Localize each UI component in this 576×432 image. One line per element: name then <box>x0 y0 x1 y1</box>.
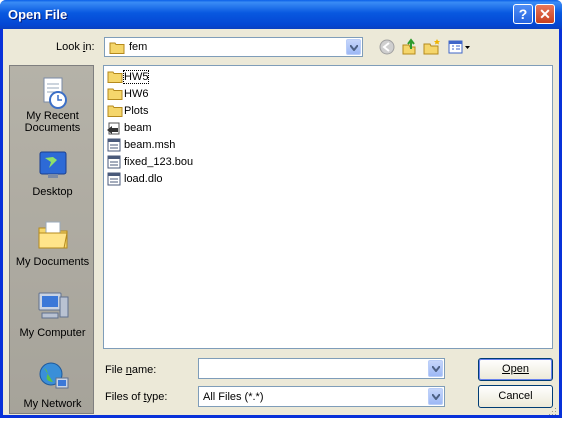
back-icon[interactable] <box>377 37 397 57</box>
file-icon <box>107 155 121 169</box>
new-folder-icon[interactable] <box>422 37 442 57</box>
open-button-label: Open <box>502 363 529 375</box>
close-icon: ✕ <box>539 6 551 22</box>
chevron-down-icon[interactable] <box>428 360 443 377</box>
views-menu-icon[interactable] <box>446 37 472 57</box>
file-name: beam <box>124 122 152 134</box>
folder-icon <box>109 42 125 54</box>
places-bar: My Recent Documents Desktop My Documents… <box>9 65 94 414</box>
place-label: My Computer <box>19 327 86 339</box>
file-name: HW6 <box>124 88 149 100</box>
up-folder-icon[interactable] <box>399 37 419 57</box>
folder-icon <box>107 71 123 83</box>
folder-icon <box>107 105 123 117</box>
look-in-label: Look in: <box>56 41 95 53</box>
place-label: My Network <box>23 398 82 410</box>
help-button[interactable]: ? <box>513 4 533 24</box>
file-type-value: All Files (*.*) <box>203 391 264 403</box>
file-name: HW5 <box>122 70 150 84</box>
look-in-dropdown[interactable]: fem <box>104 37 363 57</box>
file-name: fixed_123.bou <box>124 156 194 168</box>
cancel-button-label: Cancel <box>498 390 533 402</box>
file-icon <box>107 138 121 152</box>
file-list[interactable]: HW5 HW6 Plots beam beam.msh fixed_123.bo… <box>103 65 553 349</box>
look-in-value: fem <box>129 41 148 53</box>
close-button[interactable]: ✕ <box>535 4 555 24</box>
chevron-down-icon[interactable] <box>346 39 361 55</box>
folder-icon <box>107 88 123 100</box>
file-icon <box>107 172 121 186</box>
file-type-dropdown[interactable]: All Files (*.*) <box>198 386 445 407</box>
my-documents-icon <box>38 221 68 249</box>
my-network-icon <box>39 362 69 389</box>
title-bar[interactable]: Open File ? ✕ <box>0 0 562 29</box>
file-type-label: Files of type: <box>105 391 168 403</box>
file-name: Plots <box>124 105 149 117</box>
file-name-label: File name: <box>105 364 157 376</box>
place-label: Desktop <box>32 186 73 198</box>
file-name-input[interactable] <box>198 358 445 379</box>
recent-documents-icon <box>43 77 67 109</box>
place-label: My Recent Documents <box>24 110 81 134</box>
file-name: load.dlo <box>124 173 163 185</box>
resize-grip-icon[interactable] <box>545 404 557 416</box>
file-name: beam.msh <box>124 139 176 151</box>
window-title: Open File <box>8 7 68 22</box>
my-computer-icon <box>38 292 69 319</box>
cancel-button[interactable]: Cancel <box>478 385 553 408</box>
desktop-icon <box>39 151 67 178</box>
chevron-down-icon[interactable] <box>428 388 443 405</box>
shortcut-icon <box>107 122 120 135</box>
place-label: My Documents <box>15 256 90 268</box>
open-button[interactable]: Open <box>478 358 553 381</box>
